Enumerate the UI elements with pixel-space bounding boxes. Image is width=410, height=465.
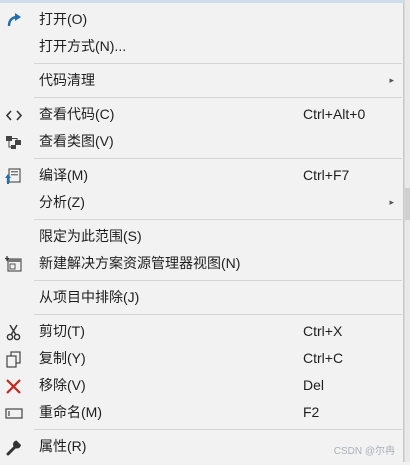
compile-icon xyxy=(5,167,23,184)
edge-highlight xyxy=(405,188,410,220)
menu-separator xyxy=(34,63,402,64)
menu-item-label: 查看类图(V) xyxy=(39,133,114,149)
menu-item-scope-to-this[interactable]: 限定为此范围(S) xyxy=(0,223,404,250)
redo-arrow-icon xyxy=(5,11,23,28)
menu-item-label: 新建解决方案资源管理器视图(N) xyxy=(39,255,241,271)
menu-item-label: 查看代码(C) xyxy=(39,106,115,122)
menu-item-label: 代码清理 xyxy=(39,72,95,88)
menu-item-view-class-diagram[interactable]: 查看类图(V) xyxy=(0,128,404,155)
menu-item-view-code[interactable]: 查看代码(C) Ctrl+Alt+0 xyxy=(0,101,404,128)
menu-item-label: 重命名(M) xyxy=(39,404,102,420)
menu-item-rename[interactable]: 重命名(M) F2 xyxy=(0,399,404,426)
class-diagram-icon xyxy=(5,133,23,150)
menu-separator xyxy=(34,429,402,430)
menu-item-label: 属性(R) xyxy=(39,438,87,454)
menu-separator xyxy=(34,158,402,159)
menu-item-remove[interactable]: 移除(V) Del xyxy=(0,372,404,399)
menu-item-label: 分析(Z) xyxy=(39,194,85,210)
menu-item-label: 编译(M) xyxy=(39,167,88,183)
menu-separator xyxy=(34,219,402,220)
menu-item-shortcut: F2 xyxy=(303,404,320,420)
menu-item-exclude-from-project[interactable]: 从项目中排除(J) xyxy=(0,284,404,311)
menu-item-shortcut: Ctrl+C xyxy=(303,350,344,366)
menu-separator xyxy=(34,97,402,98)
wrench-icon xyxy=(5,438,23,456)
menu-item-shortcut: Ctrl+X xyxy=(303,323,343,339)
menu-item-shortcut: Ctrl+F7 xyxy=(303,167,350,183)
menu-item-copy[interactable]: 复制(Y) Ctrl+C xyxy=(0,345,404,372)
menu-item-cut[interactable]: 剪切(T) Ctrl+X xyxy=(0,318,404,345)
context-menu: 打开(O) 打开方式(N)... 代码清理 ▸ 查看代码(C) Ctrl+Alt… xyxy=(0,0,404,462)
menu-separator xyxy=(34,280,402,281)
menu-top-border xyxy=(0,0,404,3)
copy-icon xyxy=(5,350,23,368)
window-edge xyxy=(404,0,410,462)
menu-item-compile[interactable]: 编译(M) Ctrl+F7 xyxy=(0,162,404,189)
menu-item-analyze[interactable]: 分析(Z) ▸ xyxy=(0,189,404,216)
menu-item-new-explorer-view[interactable]: 新建解决方案资源管理器视图(N) xyxy=(0,250,404,277)
menu-item-label: 剪切(T) xyxy=(39,323,85,339)
menu-item-shortcut: Ctrl+Alt+0 xyxy=(303,106,366,122)
rename-icon xyxy=(5,404,23,421)
menu-item-shortcut: Del xyxy=(303,377,325,393)
menu-separator xyxy=(34,314,402,315)
watermark-text: CSDN @尔冉 xyxy=(333,446,395,457)
code-brackets-icon xyxy=(5,106,23,123)
menu-item-label: 移除(V) xyxy=(39,377,86,393)
menu-item-label: 从项目中排除(J) xyxy=(39,289,140,305)
menu-item-label: 打开(O) xyxy=(39,11,88,27)
menu-item-code-cleanup[interactable]: 代码清理 ▸ xyxy=(0,67,404,94)
new-explorer-view-icon xyxy=(5,255,23,272)
menu-item-label: 限定为此范围(S) xyxy=(39,228,142,244)
menu-item-label: 打开方式(N)... xyxy=(39,38,127,54)
submenu-arrow-icon: ▸ xyxy=(389,197,394,207)
submenu-arrow-icon: ▸ xyxy=(389,75,394,85)
menu-item-open-with[interactable]: 打开方式(N)... xyxy=(0,33,404,60)
menu-item-open[interactable]: 打开(O) xyxy=(0,6,404,33)
remove-x-icon xyxy=(5,377,23,394)
menu-item-label: 复制(Y) xyxy=(39,350,86,366)
scissors-icon xyxy=(5,323,23,341)
